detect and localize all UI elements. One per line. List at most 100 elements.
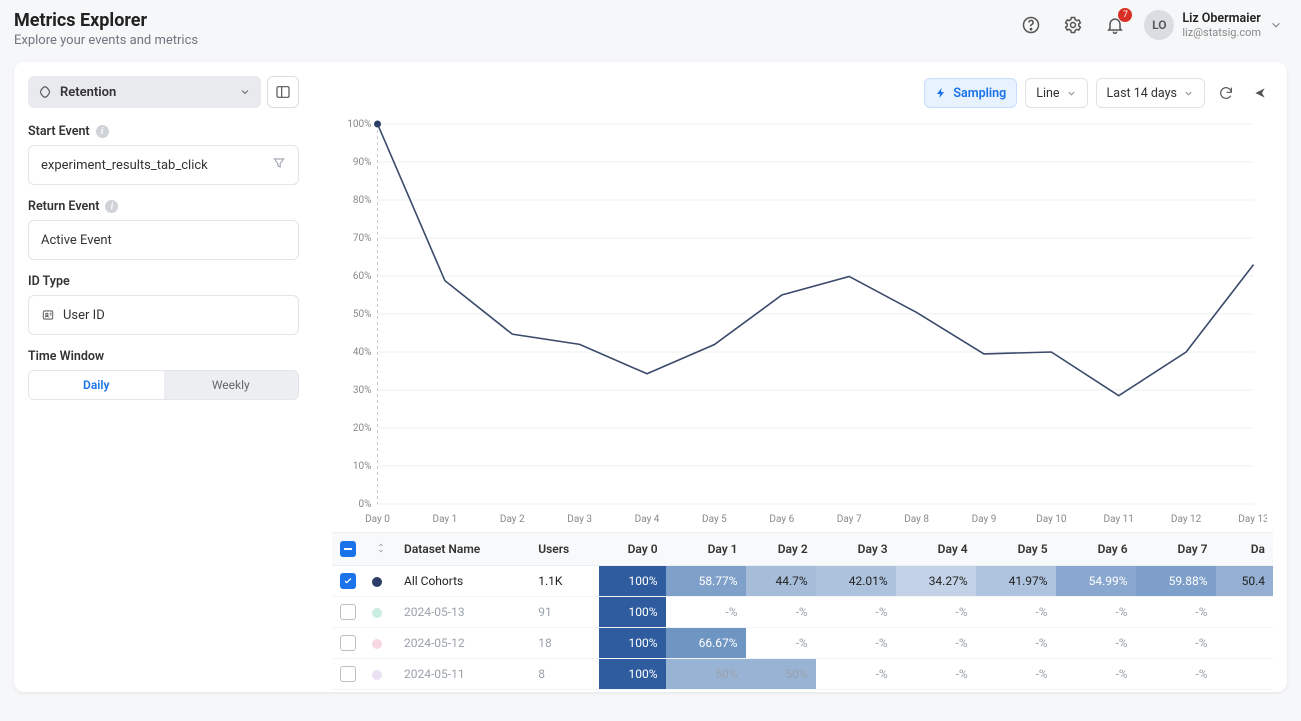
retention-cell [1216, 628, 1273, 659]
notifications-icon[interactable]: 7 [1102, 12, 1128, 38]
id-type-select[interactable]: User ID [28, 295, 299, 335]
date-range-select[interactable]: Last 14 days [1096, 78, 1205, 108]
start-event-select[interactable]: experiment_results_tab_click [28, 145, 299, 185]
checkbox[interactable] [340, 635, 356, 651]
retention-cell: -% [746, 597, 816, 628]
svg-text:Day 1: Day 1 [433, 514, 458, 525]
svg-text:Day 4: Day 4 [635, 514, 660, 525]
svg-text:80%: 80% [353, 195, 372, 206]
retention-cell: -% [1136, 628, 1216, 659]
svg-text:90%: 90% [353, 157, 372, 168]
user-id-icon [41, 308, 55, 322]
retention-cell: -% [666, 597, 746, 628]
return-event-value: Active Event [41, 233, 112, 248]
table-row[interactable]: 2024-05-118100%50%50%-%-%-%-%-% [332, 659, 1273, 690]
chart-type-label: Line [1036, 86, 1059, 101]
cohort-name: 2024-05-13 [396, 597, 530, 628]
panel-layout-button[interactable] [267, 76, 299, 108]
analysis-mode-label: Retention [60, 85, 116, 100]
col-header[interactable]: Day 2 [746, 533, 816, 566]
table-row[interactable]: 2024-05-1391100%-%-%-%-%-%-%-% [332, 597, 1273, 628]
checkbox[interactable] [340, 541, 356, 557]
table-row[interactable]: 2024-05-1218100%66.67%-%-%-%-%-%-% [332, 628, 1273, 659]
table-row[interactable]: All Cohorts1.1K100%58.77%44.7%42.01%34.2… [332, 566, 1273, 597]
user-menu[interactable]: LO Liz Obermaier liz@statsig.com [1144, 10, 1283, 40]
svg-text:10%: 10% [353, 461, 372, 472]
col-header[interactable]: Da [1216, 533, 1273, 566]
retention-cell: 34.27% [896, 566, 976, 597]
cohort-users: 8 [530, 659, 598, 690]
retention-cell: 100% [599, 566, 666, 597]
svg-text:Day 10: Day 10 [1036, 514, 1067, 525]
svg-text:100%: 100% [347, 119, 371, 130]
col-header[interactable]: Dataset Name [396, 533, 530, 566]
svg-text:Day 7: Day 7 [837, 514, 862, 525]
col-header[interactable]: Day 6 [1056, 533, 1136, 566]
avatar: LO [1144, 10, 1174, 40]
cohort-name: All Cohorts [396, 566, 530, 597]
retention-cell: 50.4 [1216, 566, 1273, 597]
settings-icon[interactable] [1060, 12, 1086, 38]
retention-cell: -% [1136, 659, 1216, 690]
chart-type-select[interactable]: Line [1025, 78, 1087, 108]
svg-text:Day 12: Day 12 [1171, 514, 1202, 525]
analysis-mode-select[interactable]: Retention [28, 76, 261, 108]
col-header[interactable]: Day 5 [976, 533, 1056, 566]
retention-cell: 41.97% [976, 566, 1056, 597]
id-type-value: User ID [63, 308, 105, 323]
chevron-down-icon [1269, 18, 1283, 32]
retention-cell: -% [1056, 628, 1136, 659]
col-header[interactable]: Day 1 [666, 533, 746, 566]
cohort-table: Dataset NameUsersDay 0Day 1Day 2Day 3Day… [332, 532, 1273, 690]
cohort-color-dot [372, 608, 382, 618]
checkbox[interactable] [340, 604, 356, 620]
svg-text:Day 8: Day 8 [904, 514, 929, 525]
retention-cell: -% [1056, 659, 1136, 690]
chevron-down-icon [1183, 88, 1194, 99]
retention-cell: 50% [666, 659, 746, 690]
col-header[interactable]: Day 4 [896, 533, 976, 566]
svg-text:20%: 20% [353, 423, 372, 434]
checkbox[interactable] [340, 573, 356, 589]
sampling-button[interactable]: Sampling [924, 78, 1017, 108]
retention-cell: -% [896, 597, 976, 628]
sampling-label: Sampling [953, 86, 1006, 101]
filter-icon[interactable] [272, 156, 286, 174]
time-window-toggle[interactable]: Daily Weekly [28, 370, 299, 400]
date-range-label: Last 14 days [1107, 86, 1177, 101]
retention-cell: 58.77% [666, 566, 746, 597]
info-icon[interactable]: i [105, 200, 118, 213]
retention-cell: 50% [746, 659, 816, 690]
svg-text:Day 13: Day 13 [1238, 514, 1267, 525]
col-header[interactable]: Day 0 [599, 533, 666, 566]
retention-cell: -% [816, 659, 896, 690]
toggle-daily[interactable]: Daily [29, 371, 164, 399]
share-button[interactable] [1247, 80, 1273, 106]
info-icon[interactable]: i [96, 125, 109, 138]
checkbox[interactable] [340, 666, 356, 682]
col-header[interactable]: Day 3 [816, 533, 896, 566]
cohort-color-dot [372, 670, 382, 680]
sort-icon[interactable] [376, 542, 386, 557]
retention-cell: 44.7% [746, 566, 816, 597]
return-event-label: Return Event [28, 199, 99, 214]
col-header[interactable]: Users [530, 533, 598, 566]
retention-cell: 42.01% [816, 566, 896, 597]
id-type-label: ID Type [28, 274, 70, 289]
refresh-button[interactable] [1213, 80, 1239, 106]
user-email: liz@statsig.com [1182, 26, 1261, 39]
retention-cell [1216, 597, 1273, 628]
cohort-name: 2024-05-11 [396, 659, 530, 690]
svg-text:Day 11: Day 11 [1104, 514, 1134, 525]
toggle-weekly[interactable]: Weekly [164, 371, 299, 399]
help-icon[interactable] [1018, 12, 1044, 38]
retention-icon [38, 85, 52, 99]
return-event-select[interactable]: Active Event [28, 220, 299, 260]
retention-cell: -% [816, 597, 896, 628]
col-header[interactable]: Day 7 [1136, 533, 1216, 566]
svg-text:50%: 50% [353, 309, 372, 320]
retention-cell: -% [976, 597, 1056, 628]
retention-cell: -% [976, 628, 1056, 659]
svg-text:Day 5: Day 5 [702, 514, 727, 525]
retention-cell: 100% [599, 597, 666, 628]
